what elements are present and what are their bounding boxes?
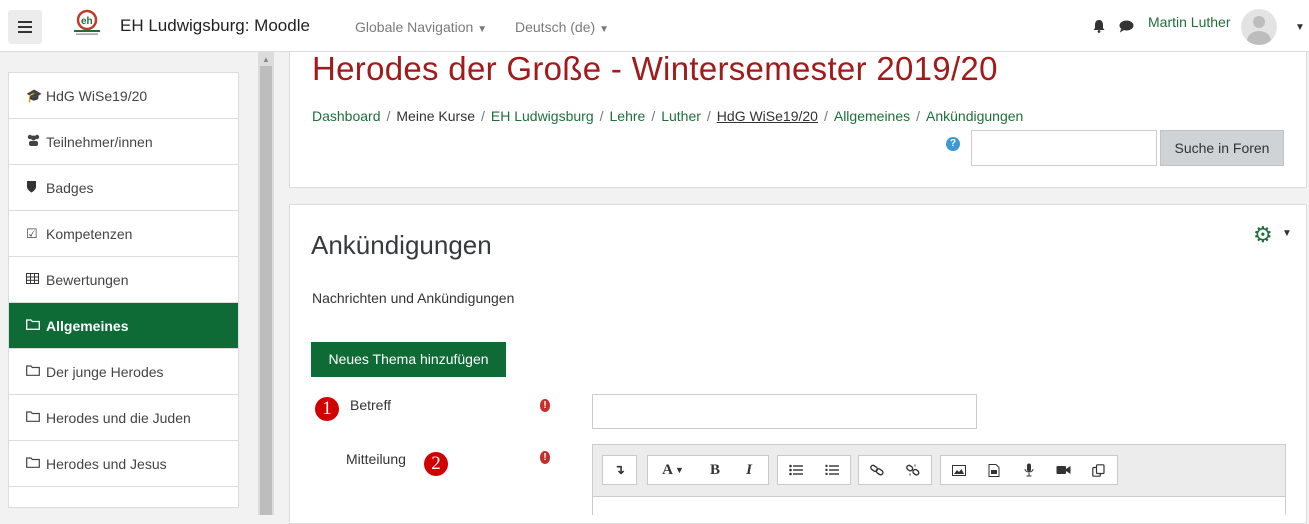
folder-icon [26,410,46,425]
sidebar-item-allgemeines[interactable]: Allgemeines [9,303,238,349]
show-more-buttons-icon[interactable]: ↴ [603,456,636,484]
svg-text:eh: eh [81,16,93,27]
bold-icon[interactable]: B [698,456,732,484]
annotation-marker-1: 1 [315,397,339,421]
sidebar-item-herodes-und-jesus[interactable]: Herodes und Jesus [9,441,238,487]
forum-heading: Ankündigungen [311,230,492,260]
link-icon[interactable] [859,456,895,484]
help-icon[interactable]: ? [946,137,960,151]
paragraph-styles-icon[interactable]: A ▼ [648,456,698,484]
video-camera-icon[interactable] [1046,456,1081,484]
graduation-cap-icon: 🎓 [26,87,43,103]
sidebar-item-badges[interactable]: Badges [9,165,238,211]
user-menu-name[interactable]: Martin Luther [1148,14,1230,30]
unordered-list-icon[interactable] [778,456,814,484]
sidebar-item-label: Kompetenzen [46,225,133,242]
required-icon: ! [540,451,550,464]
sidebar-item-competencies[interactable]: ☑ Kompetenzen [9,211,238,257]
forum-search-input[interactable] [971,130,1157,166]
italic-icon[interactable]: I [732,456,766,484]
chat-bubble-icon[interactable] [1119,20,1134,33]
breadcrumb-item-allgemeines[interactable]: Allgemeines [834,108,910,124]
sidebar-item-label: Badges [46,179,94,196]
breadcrumb-item-luther[interactable]: Luther [661,108,701,124]
sidebar-item-partial[interactable] [9,487,238,507]
unlink-icon[interactable] [895,456,931,484]
toolbar-group-media [940,455,1118,485]
forum-search-button[interactable]: Suche in Foren [1160,130,1284,166]
message-editor-textarea[interactable] [592,496,1286,515]
toolbar-group-format: A ▼ B I [647,455,769,485]
global-navigation-label: Globale Navigation [355,19,474,35]
gear-icon[interactable]: ⚙ [1253,222,1273,248]
breadcrumb-item-ankuendigungen[interactable]: Ankündigungen [926,108,1023,124]
table-icon [26,272,46,287]
chevron-down-icon: ▼ [599,24,610,35]
message-label: Mitteilung [346,451,406,467]
sidebar-item-label: Bewertungen [46,271,129,288]
chevron-down-icon: ▼ [477,24,488,35]
checkbox-icon: ☑ [26,225,38,241]
site-logo[interactable]: eh [72,8,102,36]
scroll-up-arrow-icon[interactable]: ▲ [262,55,270,64]
annotation-marker-2: 2 [424,452,448,476]
toolbar-group-links [858,455,932,485]
users-icon [26,134,46,149]
chevron-down-icon[interactable]: ▼ [1295,22,1305,33]
manage-files-icon[interactable] [1081,456,1116,484]
required-icon: ! [540,399,550,412]
language-label: Deutsch (de) [515,19,596,35]
microphone-icon[interactable] [1011,456,1046,484]
sidebar-scrollbar-thumb[interactable] [260,66,272,515]
folder-icon [26,364,46,379]
sidebar-item-participants[interactable]: Teilnehmer/innen [9,119,238,165]
menu-toggle-button[interactable] [8,10,42,44]
sidebar-item-label: Allgemeines [46,317,129,334]
site-name-link[interactable]: EH Ludwigsburg: Moodle [120,16,310,36]
breadcrumb-item-lehre[interactable]: Lehre [610,108,646,124]
sidebar-item-course[interactable]: 🎓 HdG WiSe19/20 [9,73,238,119]
global-navigation-menu[interactable]: Globale Navigation ▼ [355,19,487,35]
ordered-list-icon[interactable] [814,456,850,484]
bell-icon[interactable] [1093,19,1105,33]
sidebar-item-grades[interactable]: Bewertungen [9,257,238,303]
sidebar-panel: 🎓 HdG WiSe19/20 Teilnehmer/innen Badges … [8,72,239,508]
sidebar-item-herodes-und-die-juden[interactable]: Herodes und die Juden [9,395,238,441]
sidebar-item-label: HdG WiSe19/20 [46,87,148,104]
language-menu[interactable]: Deutsch (de) ▼ [515,19,609,35]
folder-icon [26,456,46,471]
shield-icon [26,180,46,196]
toolbar-group-toggle: ↴ [602,455,637,485]
breadcrumb: Dashboard / Meine Kurse / EH Ludwigsburg / Leh… [312,108,1024,124]
image-icon[interactable] [941,456,976,484]
nav-drawer: 🎓 HdG WiSe19/20 Teilnehmer/innen Badges … [0,52,258,515]
sidebar-item-label: Der junge Herodes [46,363,164,380]
folder-icon [26,318,46,333]
subject-label: Betreff [350,397,391,413]
chevron-down-icon[interactable]: ▼ [1282,228,1292,239]
sidebar-item-label: Teilnehmer/innen [46,133,153,150]
sidebar-item-der-junge-herodes[interactable]: Der junge Herodes [9,349,238,395]
avatar[interactable] [1241,9,1277,45]
add-new-topic-button[interactable]: Neues Thema hinzufügen [311,342,506,377]
toolbar-group-lists [777,455,851,485]
breadcrumb-item-dashboard[interactable]: Dashboard [312,108,381,124]
subject-input[interactable] [592,394,977,429]
forum-intro-text: Nachrichten und Ankündigungen [312,290,515,306]
breadcrumb-item-course[interactable]: HdG WiSe19/20 [717,108,818,124]
breadcrumb-item-eh-ludwigsburg[interactable]: EH Ludwigsburg [491,108,594,124]
breadcrumb-item-meine-kurse[interactable]: Meine Kurse [396,108,475,124]
media-file-icon[interactable] [976,456,1011,484]
top-navbar: eh EH Ludwigsburg: Moodle Globale Naviga… [0,0,1309,52]
page-title: Herodes der Große - Wintersemester 2019/… [312,50,998,87]
sidebar-item-label: Herodes und Jesus [46,455,167,472]
sidebar-item-label: Herodes und die Juden [46,409,191,426]
